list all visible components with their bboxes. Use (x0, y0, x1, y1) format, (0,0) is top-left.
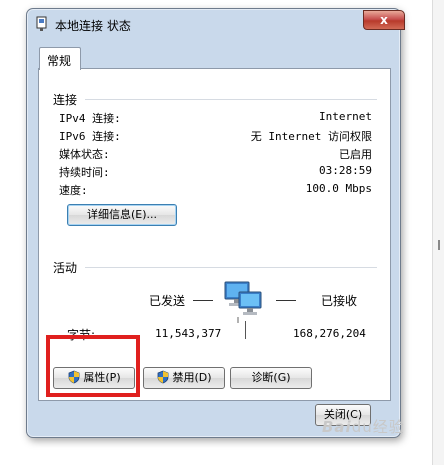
connection-divider (85, 99, 377, 100)
ipv4-label: IPv4 连接: (59, 112, 121, 125)
ipv6-label: IPv6 连接: (59, 130, 121, 143)
highlight-box (46, 335, 140, 397)
sent-dash (193, 300, 213, 301)
activity-divider (85, 267, 377, 268)
duration-label: 持续时间: (59, 166, 110, 179)
window-close-button[interactable]: x (363, 10, 405, 30)
media-state-value: 已启用 (339, 148, 372, 161)
title-bar[interactable]: 本地连接 状态 x (27, 9, 405, 37)
uac-shield-icon (158, 370, 169, 384)
bytes-sent-value: 11,543,377 (155, 327, 222, 340)
watermark-brand: Bai (322, 418, 352, 436)
baidu-watermark: Baidu经验 (322, 416, 405, 437)
watermark-paw: du (351, 418, 373, 436)
network-adapter-icon (36, 16, 47, 31)
received-label: 已接收 (321, 294, 358, 308)
sent-label: 已发送 (149, 294, 186, 308)
background-scrollbar (432, 0, 444, 465)
diagnose-button[interactable]: 诊断(G) (230, 367, 312, 389)
ipv6-value: 无 Internet 访问权限 (250, 130, 372, 143)
connection-section-title: 连接 (53, 93, 78, 107)
duration-value: 03:28:59 (319, 164, 372, 177)
scrollbar-mark (438, 240, 440, 250)
ipv4-value: Internet (319, 110, 372, 123)
received-dash (276, 300, 296, 301)
tab-general-label: 常规 (47, 54, 72, 68)
details-button[interactable]: 详细信息(E)... (67, 204, 177, 226)
tab-general[interactable]: 常规 (39, 47, 81, 70)
disable-button[interactable]: 禁用(D) (143, 367, 225, 389)
window-title: 本地连接 状态 (55, 19, 131, 33)
watermark-suffix: 经验 (372, 418, 405, 436)
speed-value: 100.0 Mbps (305, 182, 372, 195)
disable-button-label: 禁用(D) (172, 371, 212, 384)
media-state-label: 媒体状态: (59, 148, 110, 161)
network-cable-line (245, 321, 246, 339)
activity-section-title: 活动 (53, 261, 78, 275)
bytes-received-value: 168,276,204 (293, 327, 366, 340)
network-computers-icon (224, 281, 262, 323)
speed-label: 速度: (59, 184, 88, 197)
